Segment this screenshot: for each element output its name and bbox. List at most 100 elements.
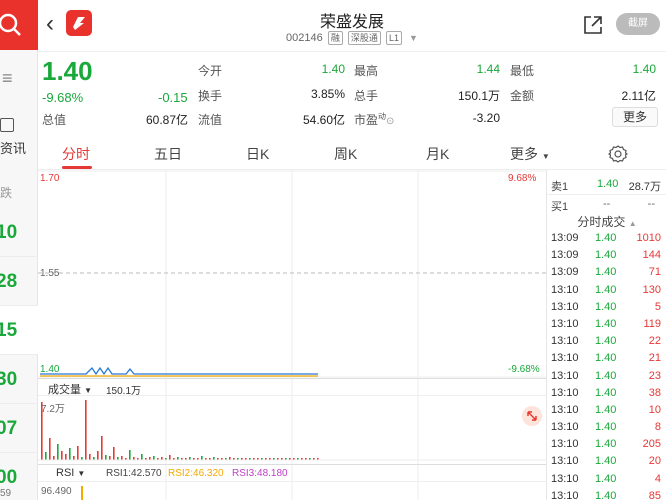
rsi-mark <box>81 486 83 500</box>
rsi-label[interactable]: RSI ▼ <box>56 467 85 479</box>
chevron-down-icon: ▼ <box>84 386 92 395</box>
info-icon[interactable]: ⊙ <box>386 116 394 127</box>
trade-price: 1.40 <box>595 300 617 313</box>
volume-bar <box>89 454 91 460</box>
volume-bar <box>113 447 115 460</box>
market-cap-label: 总值 <box>42 113 67 127</box>
volume-bar <box>169 455 171 460</box>
trade-time: 13:10 <box>551 403 579 416</box>
tab-weekly-k[interactable]: 周K <box>334 144 357 164</box>
trade-volume: 21 <box>648 352 661 365</box>
trade-row: 13:10 1.40 119 <box>547 316 666 333</box>
volume-bar <box>101 436 103 460</box>
y-axis-mid-label: 1.55 <box>40 268 60 279</box>
trade-price: 1.40 <box>595 232 617 244</box>
order-book-panel: 卖1 1.40 28.7万 买1 -- -- 分时成交 ▲ 13:09 1.40 1… <box>546 170 666 500</box>
chart-tabs: 分时 五日 日K 周K 月K 更多 ▼ <box>38 138 666 170</box>
tab-daily-k[interactable]: 日K <box>246 144 269 164</box>
list-item[interactable]: 10 <box>0 208 38 257</box>
trade-volume: 38 <box>648 386 661 399</box>
tab-more[interactable]: 更多 ▼ <box>510 144 550 164</box>
volume-bar <box>85 400 87 460</box>
trade-price: 1.40 <box>595 266 617 279</box>
list-item[interactable]: 28 <box>0 257 38 306</box>
screenshot-button[interactable]: 截屏 <box>616 13 660 35</box>
tab-intraday[interactable]: 分时 <box>62 144 90 164</box>
trade-time: 13:10 <box>551 438 579 451</box>
more-quote-button[interactable]: 更多 <box>612 107 658 127</box>
rsi-indicator-bar[interactable]: RSI ▼ RSI1:42.570 RSI2:46.320 RSI3:48.18… <box>38 464 546 482</box>
low-label: 最低 <box>510 64 535 78</box>
trade-time: 13:10 <box>551 386 579 399</box>
pe-label: 市盈动⊙ <box>354 112 395 127</box>
change-percent: -9.68% <box>42 90 84 105</box>
trade-row: 13:10 1.40 23 <box>547 368 666 385</box>
sidebar-news-label[interactable]: 资讯 <box>0 138 26 157</box>
trade-row: 13:10 1.40 4 <box>547 471 666 488</box>
stock-name: 荣盛发展 <box>319 14 384 31</box>
float-cap-label: 流值 <box>198 113 223 127</box>
list-item[interactable]: 15 <box>0 306 38 355</box>
volume-bar <box>129 450 131 460</box>
market-cap-value: 60.87亿 <box>145 113 188 127</box>
chart-canvas <box>38 170 546 500</box>
volume-label[interactable]: 成交量 ▼ <box>48 381 92 397</box>
news-icon[interactable] <box>0 118 14 132</box>
buy1-price: -- <box>603 198 611 210</box>
gear-icon[interactable] <box>608 144 628 164</box>
buy1-row: 买1 -- -- <box>547 196 666 213</box>
trade-list[interactable]: 13:09 1.40 1010 13:09 1.40 144 13:09 1.40 71 13:1… <box>547 230 666 500</box>
watchlist-sidebar: ≡ 资讯 跌 10 28 15 30 07 00 59 <box>0 0 38 500</box>
trade-price: 1.40 <box>595 335 617 348</box>
high-label: 最高 <box>354 64 379 78</box>
intraday-chart[interactable]: 1.70 9.68% 1.55 1.40 -9.68% 成交量 ▼ 150.1万… <box>38 170 546 500</box>
current-price: 1.40 <box>42 56 93 86</box>
volume-bar <box>45 452 47 460</box>
sell1-row: 卖1 1.40 28.7万 <box>547 176 666 193</box>
stock-app: ≡ 资讯 跌 10 28 15 30 07 00 59 ‹ 荣盛发展 00214… <box>0 0 666 500</box>
header: ‹ 荣盛发展 002146 融 深股通 L1 ▼ 截屏 <box>38 0 666 52</box>
rsi-axis-label: 96.490 <box>41 486 72 497</box>
y-axis-bottom-label: 1.40 <box>40 364 60 375</box>
chevron-down-icon: ▼ <box>541 152 550 161</box>
trade-time: 13:10 <box>551 317 579 330</box>
trade-volume: 5 <box>654 300 661 313</box>
trade-row: 13:10 1.40 8 <box>547 419 666 436</box>
trades-title[interactable]: 分时成交 ▲ <box>547 213 666 230</box>
trade-price: 1.40 <box>595 455 617 468</box>
trade-row: 13:10 1.40 20 <box>547 453 666 470</box>
tab-monthly-k[interactable]: 月K <box>426 144 449 164</box>
search-button[interactable] <box>0 0 38 50</box>
volume-bar <box>105 455 107 460</box>
volume-bar <box>57 444 59 460</box>
low-value: 1.40 <box>632 62 656 76</box>
volume-bar <box>77 446 79 460</box>
trade-time: 13:10 <box>551 300 579 313</box>
change-amount: -0.15 <box>158 90 188 105</box>
expand-icon[interactable] <box>522 406 542 426</box>
tab-five-day[interactable]: 五日 <box>154 144 182 164</box>
menu-icon[interactable]: ≡ <box>2 68 13 89</box>
trade-price: 1.40 <box>595 403 617 416</box>
sidebar-fall-header[interactable]: 跌 <box>0 184 12 201</box>
list-item[interactable]: 07 <box>0 404 38 453</box>
share-icon[interactable] <box>582 14 604 36</box>
trade-row: 13:10 1.40 85 <box>547 488 666 500</box>
volume-bar <box>153 456 155 460</box>
trade-time: 13:10 <box>551 283 579 296</box>
chevron-up-icon: ▲ <box>628 219 637 228</box>
list-item[interactable]: 30 <box>0 355 38 404</box>
turnover-label: 换手 <box>198 89 223 103</box>
trade-row: 13:10 1.40 205 <box>547 436 666 453</box>
trade-row: 13:10 1.40 22 <box>547 333 666 350</box>
volume-bar <box>65 454 67 460</box>
volume-indicator-bar[interactable]: 成交量 ▼ 150.1万 <box>38 378 546 397</box>
stock-code-line[interactable]: 002146 融 深股通 L1 ▼ <box>38 31 666 45</box>
connect-tag: 深股通 <box>347 31 381 45</box>
trade-volume: 205 <box>642 438 661 451</box>
trade-time: 13:10 <box>551 369 579 382</box>
trade-row: 13:10 1.40 10 <box>547 402 666 419</box>
trade-row: 13:09 1.40 1010 <box>547 230 666 247</box>
trade-volume: 130 <box>642 283 661 296</box>
trade-row: 13:09 1.40 144 <box>547 247 666 264</box>
